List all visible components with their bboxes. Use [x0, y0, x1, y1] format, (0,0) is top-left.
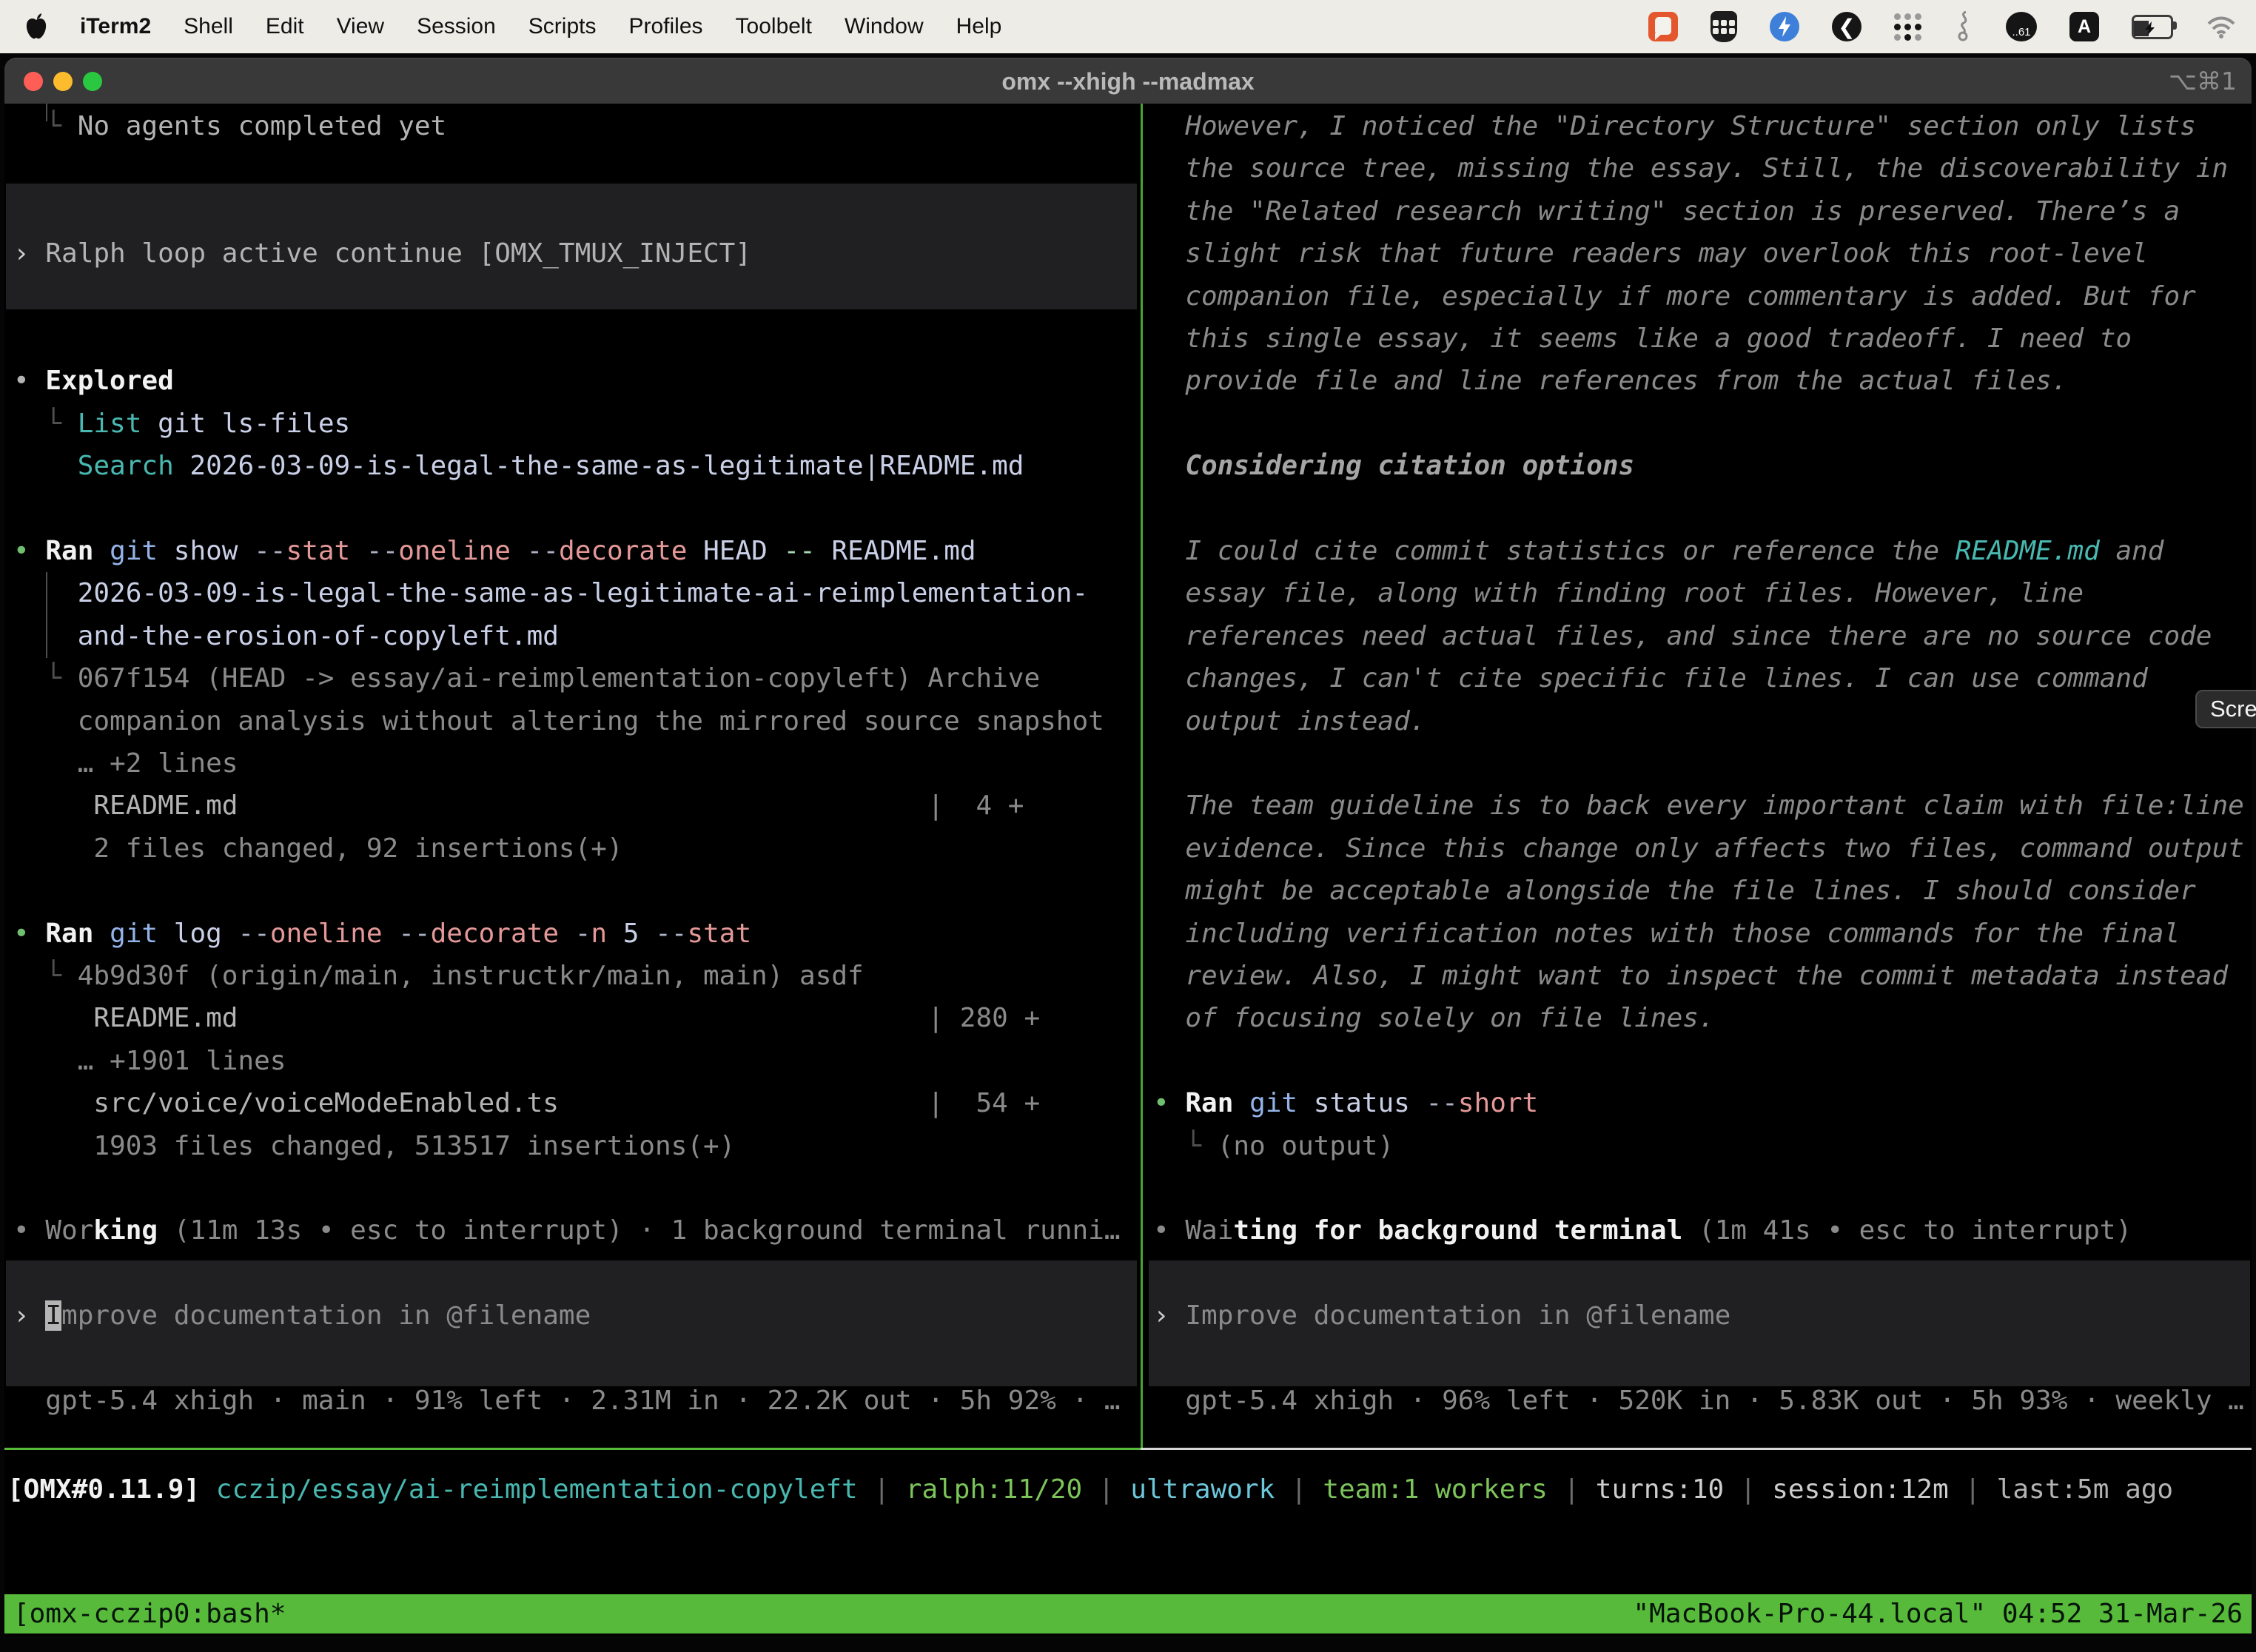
prompt-line-right: › Improve documentation in @filename: [1153, 1295, 1730, 1337]
reasoning-para2: I could cite commit statistics or refere…: [1153, 530, 2163, 572]
reasoning-para1: However, I noticed the "Directory Struct…: [1153, 105, 2196, 147]
terminal-line: companion analysis without altering the …: [13, 700, 1104, 742]
menu-item-scripts[interactable]: Scripts: [528, 14, 597, 39]
reasoning-para3: The team guideline is to back every impo…: [1153, 785, 2244, 827]
reasoning-heading: Considering citation options: [1153, 445, 1634, 487]
terminal-line: review. Also, I might want to inspect th…: [1153, 955, 2228, 997]
menu-items: iTerm2 Shell Edit View Session Scripts Profil…: [0, 13, 1001, 40]
terminal-line: └ 4b9d30f (origin/main, instructkr/main,…: [13, 955, 864, 997]
notch-app-icon[interactable]: ❮: [1832, 12, 1861, 41]
blue-bolt-icon[interactable]: [1770, 12, 1799, 41]
terminal-line: changes, I can't cite specific file line…: [1153, 657, 2148, 699]
session-stats-left: gpt-5.4 xhigh · main · 91% left · 2.31M …: [13, 1380, 1121, 1422]
terminal-line: including verification notes with those …: [1153, 913, 2180, 955]
terminal-line: provide file and line references from th…: [1153, 360, 2067, 402]
terminal-line: the source tree, missing the essay. Stil…: [1153, 147, 2228, 189]
terminal-line: of focusing solely on file lines.: [1153, 997, 1715, 1039]
tmux-status-bar: [omx-cczip0:bash* "MacBook-Pro-44.local"…: [4, 1594, 2252, 1633]
terminal-line: 2026-03-09-is-legal-the-same-as-legitima…: [13, 572, 1088, 614]
terminal-line: └ (no output): [1153, 1125, 1394, 1167]
terminal-line: 1903 files changed, 513517 insertions(+): [13, 1125, 735, 1167]
menu-item-edit[interactable]: Edit: [266, 14, 304, 39]
explored-search: Search 2026-03-09-is-legal-the-same-as-l…: [13, 445, 1024, 487]
dots-grid-icon[interactable]: [1894, 13, 1921, 41]
menu-item-shell[interactable]: Shell: [184, 14, 233, 39]
terminal-line: this single essay, it seems like a good …: [1153, 318, 2132, 360]
tmux-session-label: [omx-cczip0:bash*: [13, 1594, 286, 1633]
stats-61-icon[interactable]: ..61: [2006, 12, 2037, 41]
squiggle-icon[interactable]: [1954, 10, 1973, 43]
menu-item-help[interactable]: Help: [956, 14, 1002, 39]
omx-status-line: [OMX#0.11.9] cczip/essay/ai-reimplementa…: [7, 1468, 2173, 1511]
ran-git-show: • Ran git show --stat --oneline --decora…: [13, 530, 976, 572]
terminal-line: might be acceptable alongside the file l…: [1153, 870, 2196, 912]
terminal-line: slight risk that future readers may over…: [1153, 232, 2148, 275]
menu-status-icons: ❮ ..61 A: [1648, 10, 2256, 43]
apple-icon[interactable]: [25, 13, 47, 40]
terminal-line: the "Related research writing" section i…: [1153, 190, 2180, 232]
diffstat-readme-2: README.md | 280 +: [13, 997, 1040, 1039]
left-pane-bottom-border: [4, 1448, 1141, 1450]
tmux-host-clock: "MacBook-Pro-44.local" 04:52 31-Mar-26: [1633, 1594, 2243, 1633]
menu-item-profiles[interactable]: Profiles: [628, 14, 702, 39]
battery-icon[interactable]: [2132, 15, 2173, 39]
ran-git-status: • Ran git status --short: [1153, 1082, 1538, 1124]
menu-item-window[interactable]: Window: [845, 14, 924, 39]
window-title: omx --xhigh --madmax: [4, 58, 2252, 104]
desktop: iTerm2 Shell Edit View Session Scripts Profil…: [0, 0, 2256, 1652]
ralph-inject-line: › Ralph loop active continue [OMX_TMUX_I…: [13, 232, 751, 275]
diffstat-readme: README.md | 4 +: [13, 785, 1024, 827]
menu-item-toolbelt[interactable]: Toolbelt: [736, 14, 812, 39]
terminal-line: … +1901 lines: [13, 1040, 286, 1082]
menu-item-app[interactable]: iTerm2: [80, 14, 151, 39]
terminal-line: and-the-erosion-of-copyleft.md: [13, 615, 559, 657]
terminal-line: essay file, along with finding root file…: [1153, 572, 2084, 614]
right-pane-bottom-border: [1141, 1448, 2252, 1450]
terminal-line: … +2 lines: [13, 742, 238, 785]
window-shortcut: ⌥⌘1: [2169, 58, 2237, 104]
input-source-icon[interactable]: A: [2069, 12, 2099, 41]
terminal-line: output instead.: [1153, 700, 1426, 742]
wifi-icon[interactable]: [2206, 15, 2237, 38]
no-agents-line: └ No agents completed yet: [13, 105, 446, 147]
terminal-line: └ 067f154 (HEAD -> essay/ai-reimplementa…: [13, 657, 1040, 699]
working-status: • Working (11m 13s • esc to interrupt) ·…: [13, 1209, 1121, 1252]
menu-item-view[interactable]: View: [337, 14, 384, 39]
privacy-shield-icon[interactable]: [1711, 11, 1737, 42]
terminal-line: companion file, especially if more comme…: [1153, 275, 2196, 318]
screen-overlay-tooltip: Scre: [2195, 690, 2256, 728]
terminal-line: evidence. Since this change only affects…: [1153, 827, 2244, 870]
explored-header: • Explored: [13, 360, 174, 402]
screen-record-icon[interactable]: [1648, 12, 1678, 41]
waiting-status: • Waiting for background terminal (1m 41…: [1153, 1209, 2132, 1252]
menu-bar: iTerm2 Shell Edit View Session Scripts Profil…: [0, 0, 2256, 53]
menu-item-session[interactable]: Session: [417, 14, 496, 39]
diffstat-voicemode: src/voice/voiceModeEnabled.ts | 54 +: [13, 1082, 1040, 1124]
window-titlebar: omx --xhigh --madmax ⌥⌘1: [4, 58, 2252, 104]
ran-git-log: • Ran git log --oneline --decorate -n 5 …: [13, 913, 751, 955]
pane-divider[interactable]: [1141, 104, 1143, 1448]
session-stats-right: gpt-5.4 xhigh · 96% left · 520K in · 5.8…: [1153, 1380, 2244, 1422]
explored-list: └ List git ls-files: [13, 403, 350, 445]
terminal-line: references need actual files, and since …: [1153, 615, 2212, 657]
prompt-line-left: › Improve documentation in @filename: [13, 1295, 591, 1337]
terminal-line: 2 files changed, 92 insertions(+): [13, 827, 623, 870]
